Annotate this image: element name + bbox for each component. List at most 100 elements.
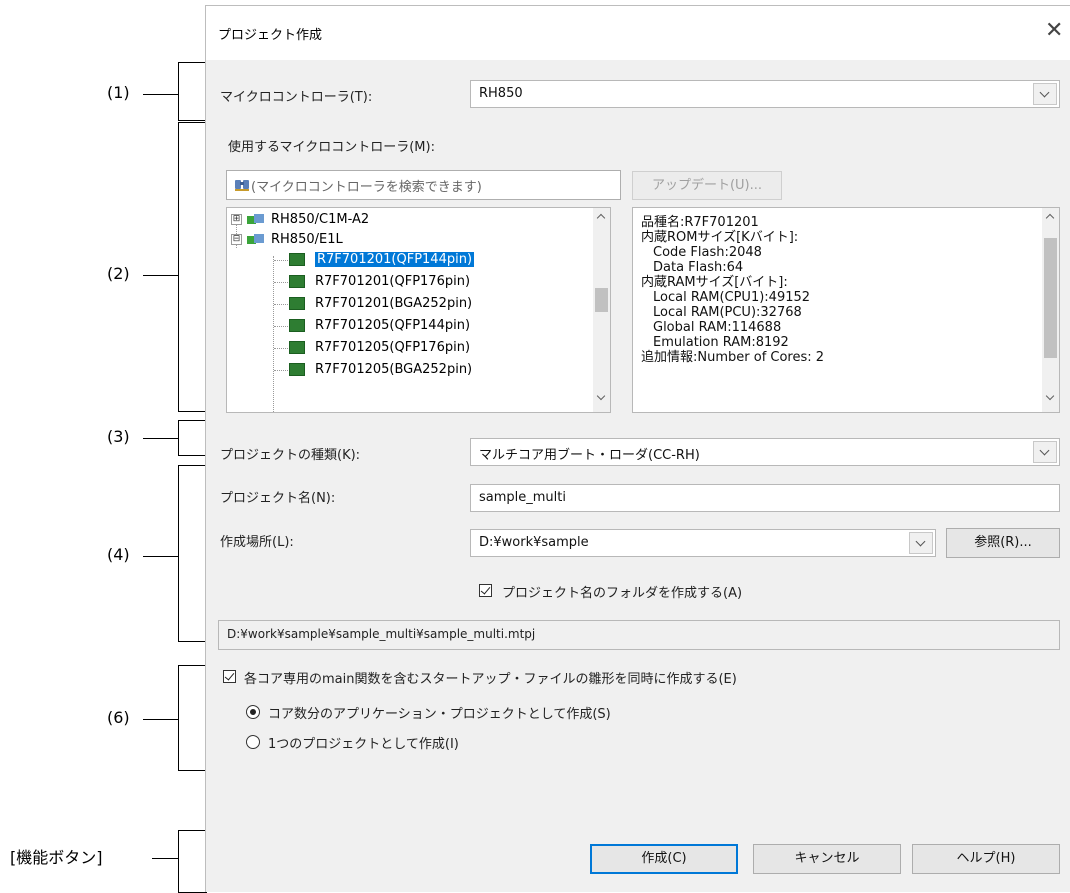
help-button[interactable]: ヘルプ(H) — [912, 844, 1060, 874]
tree-device-5[interactable]: R7F701205(BGA252pin) — [289, 360, 472, 380]
chip-icon — [289, 253, 305, 266]
info-line: Local RAM(PCU):32768 — [653, 305, 802, 320]
info-line: 内蔵RAMサイズ[バイト]: — [641, 275, 788, 290]
callout-label-3: (3) — [107, 427, 130, 446]
tree-device-label: R7F701205(BGA252pin) — [315, 362, 473, 377]
tree-guide-e1l — [273, 256, 274, 412]
tree-connector — [274, 370, 288, 371]
create-folder-checkbox[interactable] — [479, 584, 492, 597]
callout-bracket-buttons — [178, 830, 207, 893]
callout-label-6: (6) — [107, 708, 130, 727]
callout-label-2: (2) — [107, 264, 130, 283]
scroll-down-icon[interactable] — [593, 390, 610, 407]
callout-bracket-3 — [178, 420, 207, 456]
callout-label-4: (4) — [107, 545, 130, 564]
mcu-search-input[interactable]: (マイクロコントローラを検索できます) — [226, 170, 621, 200]
info-scrollbar[interactable] — [1042, 208, 1059, 412]
tree-device-label: R7F701205(QFP144pin) — [315, 318, 471, 333]
tree-device-label: R7F701205(QFP176pin) — [315, 340, 471, 355]
tree-device-3[interactable]: R7F701205(QFP144pin) — [289, 316, 470, 336]
per-core-project-radio[interactable] — [246, 705, 260, 719]
browse-button[interactable]: 参照(R)... — [946, 528, 1060, 558]
callout-line-2 — [143, 275, 178, 276]
project-name-value: sample_multi — [479, 490, 566, 505]
callout-line-6 — [143, 719, 178, 720]
tree-device-4[interactable]: R7F701205(QFP176pin) — [289, 338, 470, 358]
single-project-label[interactable]: 1つのプロジェクトとして作成(I) — [268, 733, 459, 752]
tree-item-label: RH850/C1M-A2 — [271, 212, 370, 227]
tree-item-rh850-c1m-a2[interactable]: ⊞ RH850/C1M-A2 — [231, 210, 369, 230]
callout-bracket-4 — [178, 465, 207, 642]
chevron-down-icon[interactable] — [909, 532, 933, 554]
create-folder-label[interactable]: プロジェクト名のフォルダを作成する(A) — [502, 582, 742, 601]
callout-label-1: (1) — [107, 83, 130, 102]
tree-device-0[interactable]: R7F701201(QFP144pin) — [289, 250, 476, 270]
cancel-button[interactable]: キャンセル — [753, 844, 901, 874]
microcontroller-label: マイクロコントローラ(T): — [220, 90, 373, 105]
full-path-value: D:¥work¥sample¥sample_multi¥sample_multi… — [227, 627, 536, 641]
tree-device-1[interactable]: R7F701201(QFP176pin) — [289, 272, 470, 292]
scroll-down-icon[interactable] — [1042, 390, 1059, 407]
mcu-tree[interactable]: ⊞ RH850/C1M-A2 ⊟ RH850/E1L R7F701201(QFP14… — [226, 207, 611, 413]
chip-icon — [289, 363, 305, 376]
full-path-display: D:¥work¥sample¥sample_multi¥sample_multi… — [218, 620, 1060, 650]
info-line: 内蔵ROMサイズ[Kバイト]: — [641, 230, 799, 245]
microcontroller-value: RH850 — [479, 86, 523, 101]
info-line: 品種名:R7F701201 — [641, 215, 759, 230]
tree-device-label: R7F701201(BGA252pin) — [315, 296, 473, 311]
single-project-radio[interactable] — [246, 735, 260, 749]
location-value: D:¥work¥sample — [479, 535, 589, 550]
startup-file-checkbox[interactable] — [223, 670, 236, 683]
project-name-label: プロジェクト名(N): — [220, 491, 336, 506]
dialog-title: プロジェクト作成 — [218, 28, 323, 43]
info-line: Code Flash:2048 — [653, 245, 762, 260]
tree-scrollbar[interactable] — [593, 208, 610, 412]
scroll-up-icon[interactable] — [593, 208, 610, 225]
scroll-thumb[interactable] — [595, 288, 608, 312]
info-line: 追加情報:Number of Cores: 2 — [641, 350, 825, 365]
info-line: Emulation RAM:8192 — [653, 335, 789, 350]
tree-connector — [274, 304, 288, 305]
info-line: Global RAM:114688 — [653, 320, 782, 335]
chip-icon — [289, 275, 305, 288]
dialog-titlebar — [206, 6, 1070, 60]
tree-connector — [274, 348, 288, 349]
tree-connector — [274, 326, 288, 327]
tree-item-label: RH850/E1L — [271, 232, 343, 247]
tree-device-label: R7F701201(QFP176pin) — [315, 274, 471, 289]
startup-file-label[interactable]: 各コア専用のmain関数を含むスタートアップ・ファイルの雛形を同時に作成する(E… — [244, 668, 737, 687]
callout-line-buttons — [152, 858, 178, 859]
mcu-group-icon — [247, 213, 265, 226]
project-type-dropdown[interactable]: マルチコア用ブート・ローダ(CC-RH) — [470, 438, 1060, 466]
tree-device-2[interactable]: R7F701201(BGA252pin) — [289, 294, 472, 314]
project-type-value: マルチコア用ブート・ローダ(CC-RH) — [479, 448, 700, 463]
tree-connector — [274, 260, 288, 261]
scroll-thumb[interactable] — [1044, 238, 1057, 358]
project-name-input[interactable]: sample_multi — [470, 484, 1060, 512]
callout-bracket-6 — [178, 665, 207, 771]
tree-connector — [274, 282, 288, 283]
location-combobox[interactable]: D:¥work¥sample — [470, 529, 936, 557]
collapse-icon[interactable]: ⊟ — [231, 234, 242, 245]
mcu-search-placeholder: (マイクロコントローラを検索できます) — [251, 180, 482, 195]
mcu-group-icon — [247, 233, 265, 246]
tree-item-rh850-e1l[interactable]: ⊟ RH850/E1L — [231, 230, 343, 250]
per-core-project-label[interactable]: コア数分のアプリケーション・プロジェクトとして作成(S) — [268, 703, 611, 722]
microcontroller-dropdown[interactable]: RH850 — [470, 80, 1060, 108]
info-line: Local RAM(CPU1):49152 — [653, 290, 811, 305]
callout-bracket-1 — [178, 62, 207, 121]
mcu-select-label: 使用するマイクロコントローラ(M): — [228, 140, 435, 155]
chevron-down-icon[interactable] — [1033, 83, 1057, 105]
callout-bracket-2 — [178, 122, 207, 412]
project-type-label: プロジェクトの種類(K): — [220, 448, 361, 463]
chevron-down-icon[interactable] — [1033, 441, 1057, 463]
callout-line-4 — [143, 556, 178, 557]
expand-icon[interactable]: ⊞ — [231, 214, 242, 225]
create-button[interactable]: 作成(C) — [590, 844, 738, 874]
update-button[interactable]: アップデート(U)... — [632, 171, 782, 200]
scroll-up-icon[interactable] — [1042, 208, 1059, 225]
callout-label-buttons: [機能ボタン] — [10, 848, 103, 867]
callout-line-3 — [143, 438, 178, 439]
tree-device-label: R7F701201(QFP144pin) — [313, 251, 476, 268]
close-icon[interactable]: ✕ — [1045, 18, 1063, 43]
